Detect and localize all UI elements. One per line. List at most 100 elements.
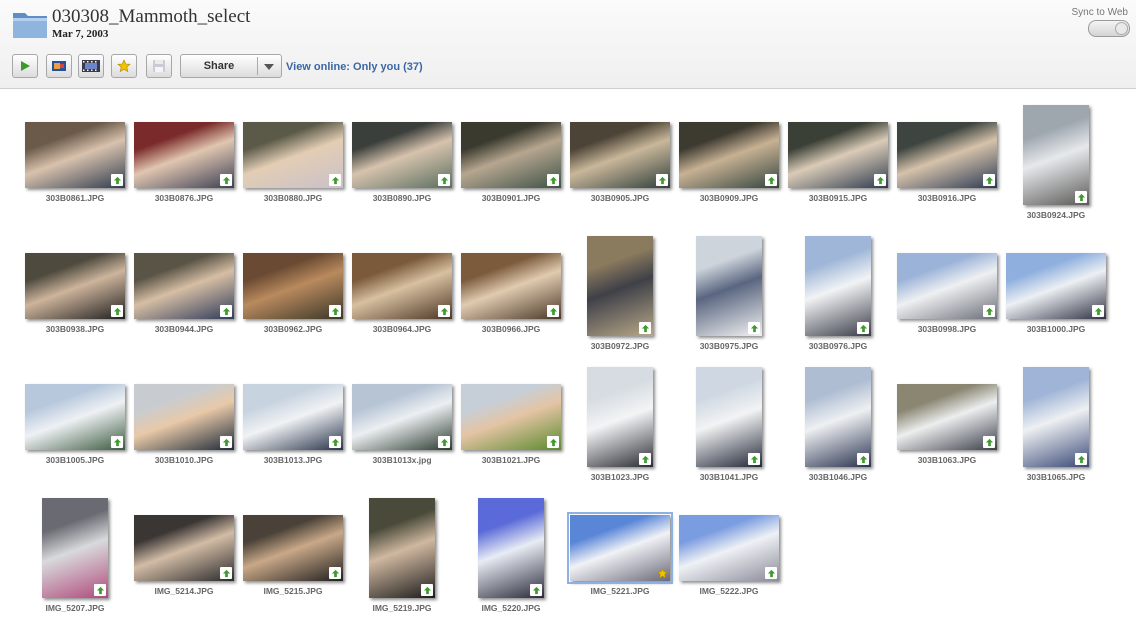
upload-arrow-icon [111, 174, 123, 186]
upload-arrow-icon [983, 174, 995, 186]
photo-image[interactable] [897, 384, 997, 450]
upload-arrow-icon [639, 453, 651, 465]
upload-arrow-icon [874, 174, 886, 186]
photo-image[interactable] [25, 253, 125, 319]
photo-image[interactable] [805, 236, 871, 336]
photo-image[interactable] [805, 367, 871, 467]
photo-image[interactable] [42, 498, 108, 598]
upload-arrow-icon [547, 436, 559, 448]
upload-arrow-icon [1092, 305, 1104, 317]
photo-image[interactable] [369, 498, 435, 598]
star-icon [656, 567, 668, 579]
upload-arrow-icon [547, 305, 559, 317]
favorite-button[interactable] [111, 54, 137, 78]
upload-arrow-icon [329, 567, 341, 579]
play-icon [21, 61, 30, 71]
movie-button[interactable] [78, 54, 104, 78]
photo-filename: 303B1000.JPG [1026, 324, 1086, 334]
slideshow-button[interactable] [46, 54, 72, 78]
upload-arrow-icon [983, 305, 995, 317]
photo-image[interactable] [461, 122, 561, 188]
play-slideshow-button[interactable] [12, 54, 38, 78]
photo-image[interactable] [1023, 367, 1089, 467]
photo-image[interactable] [25, 384, 125, 450]
photo-image[interactable] [897, 253, 997, 319]
save-icon [153, 60, 165, 72]
share-separator [257, 57, 258, 75]
photo-image[interactable] [134, 515, 234, 581]
photo-filename: IMG_5222.JPG [699, 586, 759, 596]
upload-arrow-icon [421, 584, 433, 596]
photo-image[interactable] [1006, 253, 1106, 319]
photo-image[interactable] [1023, 105, 1089, 205]
photo-image[interactable] [897, 122, 997, 188]
photo-image[interactable] [352, 122, 452, 188]
photo-image[interactable] [461, 253, 561, 319]
upload-arrow-icon [1075, 453, 1087, 465]
upload-arrow-icon [748, 322, 760, 334]
photo-filename: 303B0916.JPG [917, 193, 977, 203]
photo-filename: IMG_5220.JPG [481, 603, 541, 613]
photo-filename: IMG_5207.JPG [45, 603, 105, 613]
slideshow-icon [52, 61, 66, 71]
share-button[interactable]: Share [180, 54, 282, 78]
photo-image[interactable] [587, 367, 653, 467]
photo-image[interactable] [478, 498, 544, 598]
photo-image[interactable] [134, 253, 234, 319]
photo-image[interactable] [243, 515, 343, 581]
photo-image[interactable] [25, 122, 125, 188]
upload-arrow-icon [329, 174, 341, 186]
upload-arrow-icon [438, 305, 450, 317]
photo-filename: 303B0924.JPG [1026, 210, 1086, 220]
photo-image[interactable] [461, 384, 561, 450]
upload-arrow-icon [220, 567, 232, 579]
photo-filename: IMG_5215.JPG [263, 586, 323, 596]
upload-arrow-icon [111, 305, 123, 317]
photo-filename: 303B1065.JPG [1026, 472, 1086, 482]
upload-arrow-icon [438, 436, 450, 448]
album-date: Mar 7, 2003 [52, 28, 109, 40]
photo-image[interactable] [570, 122, 670, 188]
upload-arrow-icon [639, 322, 651, 334]
sync-to-web-toggle[interactable] [1088, 20, 1130, 37]
chevron-down-icon[interactable] [264, 64, 274, 70]
photo-image[interactable] [679, 515, 779, 581]
photo-image[interactable] [788, 122, 888, 188]
photo-image[interactable] [696, 367, 762, 467]
upload-arrow-icon [220, 436, 232, 448]
upload-arrow-icon [94, 584, 106, 596]
photo-image[interactable] [352, 253, 452, 319]
photo-filename: 303B1046.JPG [808, 472, 868, 482]
photo-filename: 303B1063.JPG [917, 455, 977, 465]
photo-image[interactable] [243, 384, 343, 450]
photo-image[interactable] [134, 122, 234, 188]
share-label: Share [203, 60, 235, 72]
film-icon [82, 60, 100, 72]
photo-image[interactable] [243, 253, 343, 319]
upload-arrow-icon [438, 174, 450, 186]
upload-arrow-icon [857, 453, 869, 465]
upload-arrow-icon [220, 174, 232, 186]
upload-arrow-icon [656, 174, 668, 186]
upload-arrow-icon [983, 436, 995, 448]
upload-arrow-icon [765, 567, 777, 579]
photo-image[interactable] [134, 384, 234, 450]
view-online-link[interactable]: View online: Only you (37) [286, 61, 423, 73]
photo-image[interactable] [352, 384, 452, 450]
upload-arrow-icon [220, 305, 232, 317]
upload-arrow-icon [765, 174, 777, 186]
upload-arrow-icon [1075, 191, 1087, 203]
album-header: 030308_Mammoth_select Mar 7, 2003 Sync t… [0, 0, 1136, 89]
save-button[interactable] [146, 54, 172, 78]
upload-arrow-icon [329, 305, 341, 317]
photo-image[interactable] [696, 236, 762, 336]
photo-image[interactable] [679, 122, 779, 188]
photo-filename: 303B0966.JPG [481, 324, 541, 334]
star-icon [117, 59, 131, 73]
photo-image[interactable] [587, 236, 653, 336]
sync-toggle-knob [1115, 22, 1128, 35]
album-title[interactable]: 030308_Mammoth_select [52, 6, 250, 28]
upload-arrow-icon [748, 453, 760, 465]
photo-image[interactable] [567, 512, 673, 584]
photo-image[interactable] [243, 122, 343, 188]
